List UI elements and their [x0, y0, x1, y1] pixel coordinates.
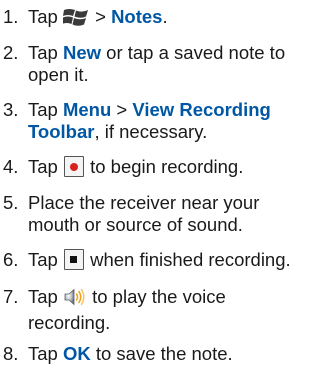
toolbar-keyword: Toolbar	[28, 121, 95, 142]
record-button-icon	[63, 156, 84, 177]
stop-button-icon	[63, 249, 84, 270]
step-number: 1.	[3, 6, 19, 27]
step-number: 6.	[3, 249, 19, 270]
speaker-icon	[63, 287, 87, 312]
ok-keyword: OK	[62, 343, 91, 364]
new-keyword: New	[62, 42, 102, 63]
step-number: 4.	[3, 156, 19, 177]
record-dot	[69, 162, 78, 171]
view-recording-keyword: View Recording	[132, 99, 271, 120]
step-number: 2.	[3, 42, 19, 63]
step-number: 3.	[3, 99, 19, 120]
menu-keyword: Menu	[62, 99, 112, 120]
step-number: 7.	[3, 286, 19, 307]
stop-square	[70, 256, 78, 263]
windows-start-icon	[61, 7, 90, 32]
notes-keyword: Notes	[111, 6, 163, 27]
step-number: 8.	[3, 343, 19, 364]
step-number: 5.	[3, 192, 19, 213]
